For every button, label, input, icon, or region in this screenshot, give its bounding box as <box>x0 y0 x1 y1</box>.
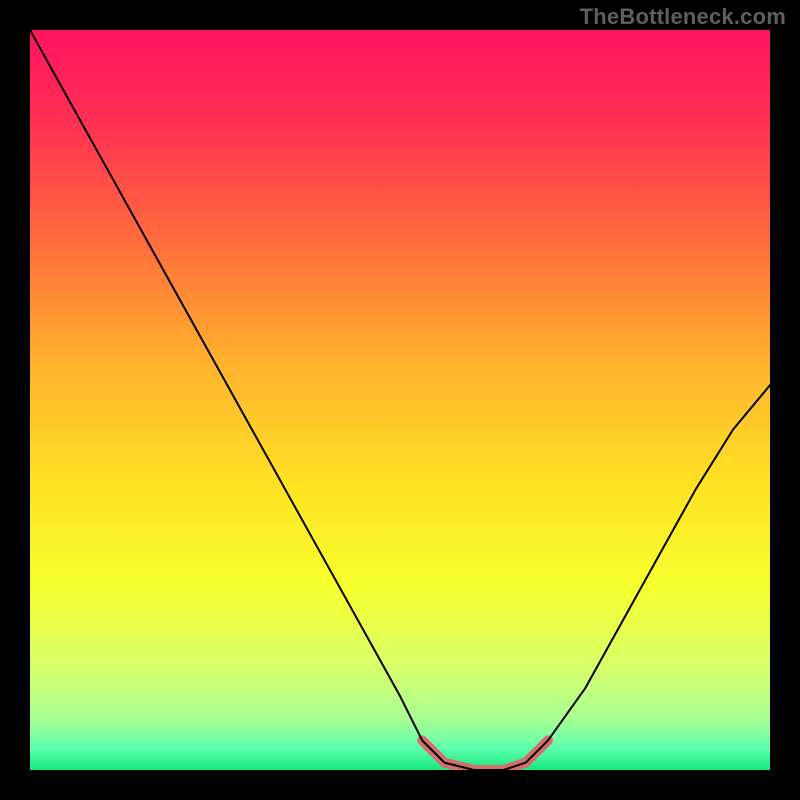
watermark-text: TheBottleneck.com <box>580 4 786 30</box>
chart-stage: TheBottleneck.com <box>0 0 800 800</box>
bottleneck-plot <box>30 30 770 770</box>
gradient-background <box>30 30 770 770</box>
plot-area <box>30 30 770 770</box>
